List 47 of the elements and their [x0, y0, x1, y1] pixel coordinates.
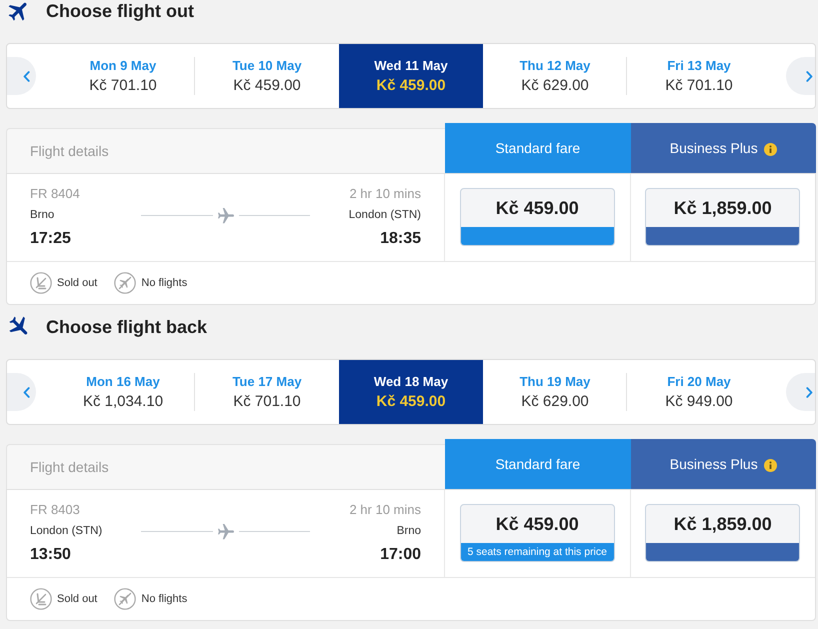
sold-out-icon — [30, 588, 52, 610]
departure-city: London (STN) — [30, 524, 102, 539]
fare-column-label: Standard fare — [495, 140, 580, 156]
flight-duration: 2 hr 10 mins — [349, 186, 421, 202]
no-flights-icon — [114, 272, 136, 294]
fare-price-button[interactable]: Kč 1,859.00 — [645, 188, 800, 246]
flight-number: FR 8403 — [30, 502, 80, 518]
departure-time: 17:25 — [30, 229, 71, 249]
no-flights-icon — [114, 588, 136, 610]
airplane-icon — [218, 524, 234, 540]
chevron-left-icon — [23, 386, 30, 398]
flight-number: FR 8404 — [30, 186, 80, 202]
arrival-time: 17:00 — [380, 545, 421, 565]
flight-details-header: Flight details — [6, 128, 445, 173]
arrival-city: London (STN) — [348, 208, 421, 223]
fare-price-button[interactable]: Kč 459.00 — [460, 188, 615, 246]
fare-column-label: Standard fare — [495, 456, 580, 472]
chevron-left-icon — [23, 70, 30, 82]
info-icon[interactable] — [764, 142, 777, 156]
previous-dates-button[interactable] — [7, 373, 36, 411]
legend-label: No flights — [141, 593, 188, 605]
fare-price-button[interactable]: Kč 459.00 5 seats remaining at this price — [460, 504, 615, 562]
date-tab[interactable]: Wed 11 May Kč 459.00 — [339, 44, 483, 108]
fare-price-button[interactable]: Kč 1,859.00 — [645, 504, 800, 562]
fare-column-label: Business Plus — [670, 140, 758, 156]
airplane-icon — [218, 208, 234, 224]
arrival-city: Brno — [396, 524, 421, 539]
next-dates-button[interactable] — [786, 373, 815, 411]
sold-out-icon — [30, 272, 52, 294]
legend-label: No flights — [141, 277, 188, 289]
departure-city: Brno — [30, 208, 54, 223]
flight-duration: 2 hr 10 mins — [349, 502, 421, 518]
flight-details-header: Flight details — [6, 444, 445, 489]
arrival-time: 18:35 — [380, 229, 421, 249]
info-icon[interactable] — [764, 458, 777, 472]
departure-time: 13:50 — [30, 545, 71, 565]
legend-label: Sold out — [57, 277, 98, 289]
seats-remaining-banner: 5 seats remaining at this price — [460, 543, 614, 561]
previous-dates-button[interactable] — [7, 57, 36, 95]
date-tab[interactable]: Wed 18 May Kč 459.00 — [339, 360, 483, 424]
fare-column-label: Business Plus — [670, 456, 758, 472]
section-heading: Choose flight back — [46, 316, 208, 338]
chevron-right-icon — [806, 386, 813, 398]
section-heading: Choose flight out — [46, 0, 194, 22]
chevron-right-icon — [806, 70, 813, 82]
next-dates-button[interactable] — [786, 57, 815, 95]
legend-label: Sold out — [57, 593, 98, 605]
